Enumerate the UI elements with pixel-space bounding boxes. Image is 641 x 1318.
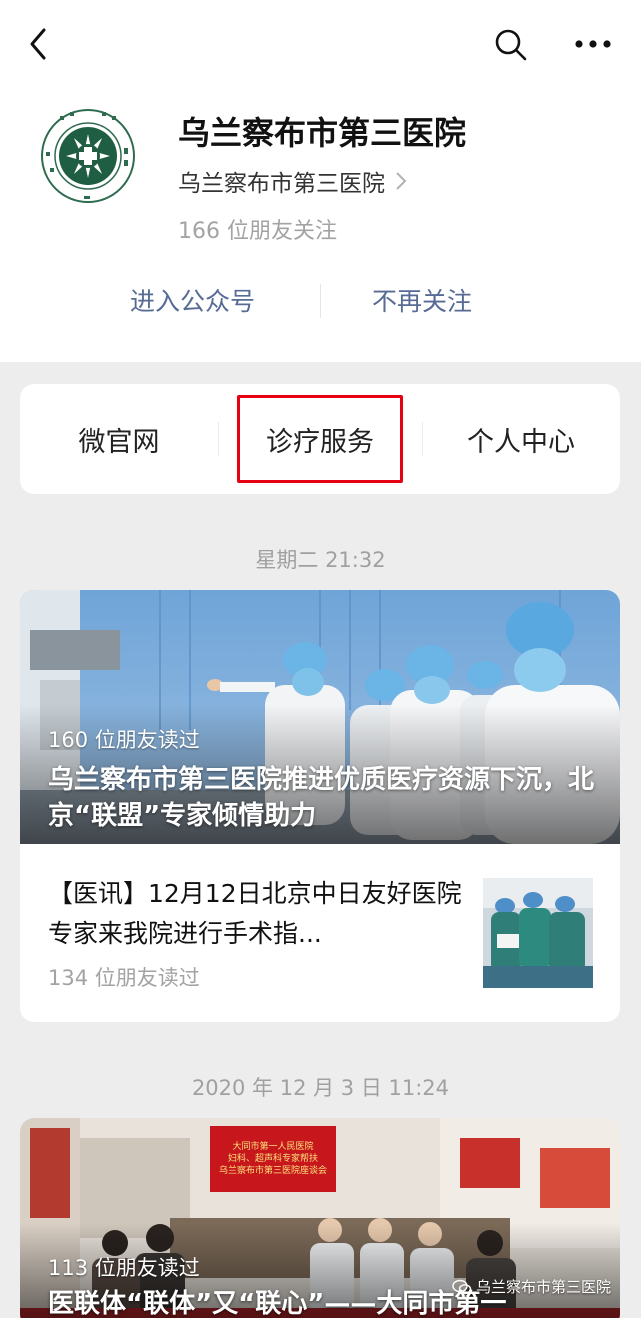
back-button[interactable] — [22, 24, 58, 64]
wechat-icon — [452, 1279, 472, 1294]
custom-menu: 微官网 诊疗服务 个人中心 — [20, 384, 620, 494]
message-card: 160 位朋友读过 乌兰察布市第三医院推进优质医疗资源下沉，北京“联盟”专家倾情… — [20, 590, 620, 1022]
meeting-banner: 大同市第一人民医院 妇科、超声科专家帮扶 乌兰察布市第三医院座谈会 — [210, 1126, 336, 1192]
menu-item-micro-site[interactable]: 微官网 — [20, 384, 218, 494]
action-divider — [320, 284, 321, 318]
more-button[interactable] — [570, 30, 616, 58]
menu-item-personal-center[interactable]: 个人中心 — [422, 384, 620, 494]
chevron-right-icon — [396, 172, 407, 190]
account-subject-link[interactable]: 乌兰察布市第三医院 — [178, 164, 407, 198]
menu-item-medical-services[interactable]: 诊疗服务 — [218, 384, 422, 494]
banner-line: 乌兰察布市第三医院座谈会 — [218, 1166, 327, 1176]
search-button[interactable] — [492, 26, 530, 64]
banner-line: 妇科、超声科专家帮扶 — [227, 1154, 318, 1164]
follower-count: 166 位朋友关注 — [178, 219, 337, 244]
enter-account-button[interactable]: 进入公众号 — [130, 282, 255, 318]
account-header: 乌兰察布市第三医院 乌兰察布市第三医院 166 位朋友关注 进入公众号 不再关注 — [0, 0, 641, 362]
article-thumbnail — [483, 878, 593, 988]
cover-title: 乌兰察布市第三医院推进优质医疗资源下沉，北京“联盟”专家倾情助力 — [48, 765, 595, 831]
article-read-count: 134 位朋友读过 — [48, 966, 200, 990]
message-timestamp: 星期二 21:32 — [255, 548, 386, 572]
article-item[interactable]: 【医讯】12月12日北京中日友好医院专家来我院进行手术指... 134 位朋友读… — [20, 844, 620, 1022]
watermark-text: 乌兰察布市第三医院 — [476, 1278, 612, 1296]
account-subject-label: 乌兰察布市第三医院 — [178, 171, 385, 197]
chevron-left-icon — [30, 28, 46, 60]
cover-article[interactable]: 160 位朋友读过 乌兰察布市第三医院推进优质医疗资源下沉，北京“联盟”专家倾情… — [20, 590, 620, 844]
more-dots-icon — [575, 40, 611, 48]
message-timestamp: 2020 年 12 月 3 日 11:24 — [191, 1076, 450, 1100]
account-name: 乌兰察布市第三医院 — [178, 114, 467, 152]
watermark: 乌兰察布市第三医院 — [452, 1276, 611, 1297]
cover-read-count: 160 位朋友读过 — [48, 728, 200, 752]
article-title: 【医讯】12月12日北京中日友好医院专家来我院进行手术指... — [48, 879, 462, 948]
banner-line: 大同市第一人民医院 — [232, 1142, 314, 1152]
cover-read-count: 113 位朋友读过 — [48, 1256, 200, 1280]
hospital-logo — [40, 108, 136, 204]
unfollow-button[interactable]: 不再关注 — [372, 282, 472, 318]
search-icon — [495, 29, 527, 61]
